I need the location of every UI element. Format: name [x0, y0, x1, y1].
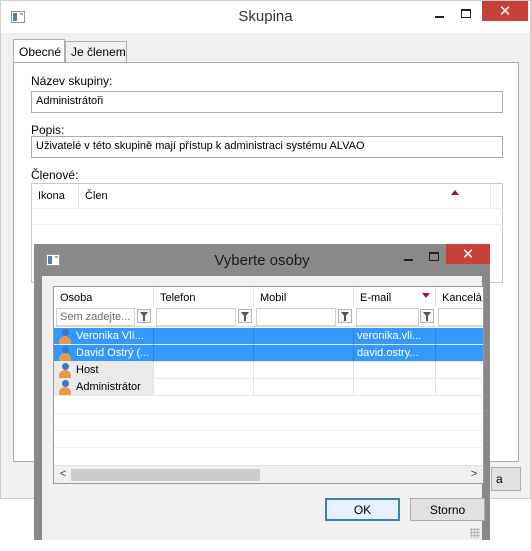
members-label: Členové: [31, 168, 79, 182]
table-row[interactable]: Veronika Vlí... veronika.vli... [54, 328, 483, 345]
cell-phone [154, 328, 254, 345]
user-icon [58, 363, 72, 378]
column-header-kancelar[interactable]: Kancelá [436, 287, 483, 307]
column-header-ikona[interactable]: Ikona [32, 184, 79, 208]
scroll-thumb[interactable] [71, 469, 260, 481]
close-icon: ✕ [461, 246, 475, 263]
cell-email [354, 362, 436, 379]
table-row[interactable]: Host [54, 362, 483, 379]
cell-mobile [254, 345, 354, 362]
grid-divider [54, 447, 483, 448]
cell-person: David Ostrý (... [54, 345, 154, 362]
cell-mobile [254, 379, 354, 396]
cell-office [436, 379, 483, 396]
cell-person: Veronika Vlí... [54, 328, 154, 345]
title-bar[interactable]: Skupina ✕ [1, 1, 530, 33]
maximize-button[interactable] [454, 3, 478, 23]
group-name-label: Název skupiny: [31, 74, 113, 88]
dialog-minimize-button[interactable] [396, 246, 420, 266]
dialog-maximize-button[interactable] [422, 246, 446, 266]
maximize-icon [461, 8, 471, 18]
filter-icon[interactable] [420, 309, 434, 323]
cell-phone [154, 379, 254, 396]
sort-descending-icon [422, 293, 430, 298]
filter-input-kancelar[interactable] [438, 308, 483, 326]
dialog-close-button[interactable]: ✕ [446, 244, 490, 264]
cell-person: Administrátor [54, 379, 154, 396]
group-name-input[interactable]: Administrátoři [31, 91, 503, 113]
table-row[interactable]: Administrátor [54, 379, 483, 396]
cell-email: veronika.vli... [354, 328, 436, 345]
filter-icon[interactable] [238, 309, 252, 323]
grid-divider [32, 208, 504, 209]
outer-action-button[interactable]: a [491, 467, 521, 491]
tab-je-clenem[interactable]: Je členem [65, 41, 127, 63]
close-button[interactable]: ✕ [482, 1, 528, 21]
cell-office [436, 345, 483, 362]
description-input[interactable]: Uživatelé v této skupině mají přístup k … [31, 136, 503, 158]
maximize-icon [429, 251, 439, 261]
user-icon [58, 346, 72, 361]
cell-phone [154, 345, 254, 362]
ok-button[interactable]: OK [325, 498, 400, 521]
cell-phone [154, 362, 254, 379]
minimize-icon [434, 16, 444, 18]
cell-mobile [254, 328, 354, 345]
grid-divider [32, 224, 504, 225]
filter-input-email[interactable] [356, 308, 419, 326]
horizontal-scrollbar[interactable]: < > [54, 465, 483, 483]
cell-person: Host [54, 362, 154, 379]
description-label: Popis: [31, 123, 65, 137]
minimize-button[interactable] [427, 3, 451, 23]
dialog-body: Osoba Telefon Mobil E-mail Kancelá Sem z… [42, 276, 485, 540]
filter-input-osoba[interactable]: Sem zadejte... [56, 308, 135, 326]
column-header-telefon[interactable]: Telefon [154, 287, 254, 307]
filter-input-mobil[interactable] [256, 308, 336, 326]
scroll-left-icon[interactable]: < [56, 468, 70, 482]
resize-grip-icon[interactable] [470, 528, 480, 538]
filter-icon[interactable] [137, 309, 151, 323]
user-icon [58, 380, 72, 395]
filter-icon[interactable] [338, 309, 352, 323]
filter-input-telefon[interactable] [156, 308, 236, 326]
sort-ascending-icon [451, 190, 459, 195]
cell-email [354, 379, 436, 396]
cell-office [436, 328, 483, 345]
filter-row: Sem zadejte... [54, 307, 483, 327]
user-icon [58, 329, 72, 344]
column-header-osoba[interactable]: Osoba [54, 287, 154, 307]
dialog-title-bar[interactable]: Vyberte osoby ✕ [34, 244, 490, 276]
minimize-icon [403, 259, 413, 261]
table-row[interactable]: David Ostrý (... david.ostry... [54, 345, 483, 362]
persons-grid[interactable]: Osoba Telefon Mobil E-mail Kancelá Sem z… [53, 286, 484, 484]
cell-mobile [254, 362, 354, 379]
grid-divider [54, 430, 483, 431]
close-icon: ✕ [498, 3, 512, 20]
cancel-button[interactable]: Storno [410, 498, 485, 521]
cell-office [436, 362, 483, 379]
select-persons-dialog: Vyberte osoby ✕ Osoba Telefon Mobil E-ma… [34, 244, 490, 540]
column-header-mobil[interactable]: Mobil [254, 287, 354, 307]
grid-divider [54, 413, 483, 414]
column-header-clen[interactable]: Člen [79, 184, 491, 208]
tab-obecne[interactable]: Obecné [13, 39, 65, 62]
cell-email: david.ostry... [354, 345, 436, 362]
scroll-right-icon[interactable]: > [467, 468, 481, 482]
